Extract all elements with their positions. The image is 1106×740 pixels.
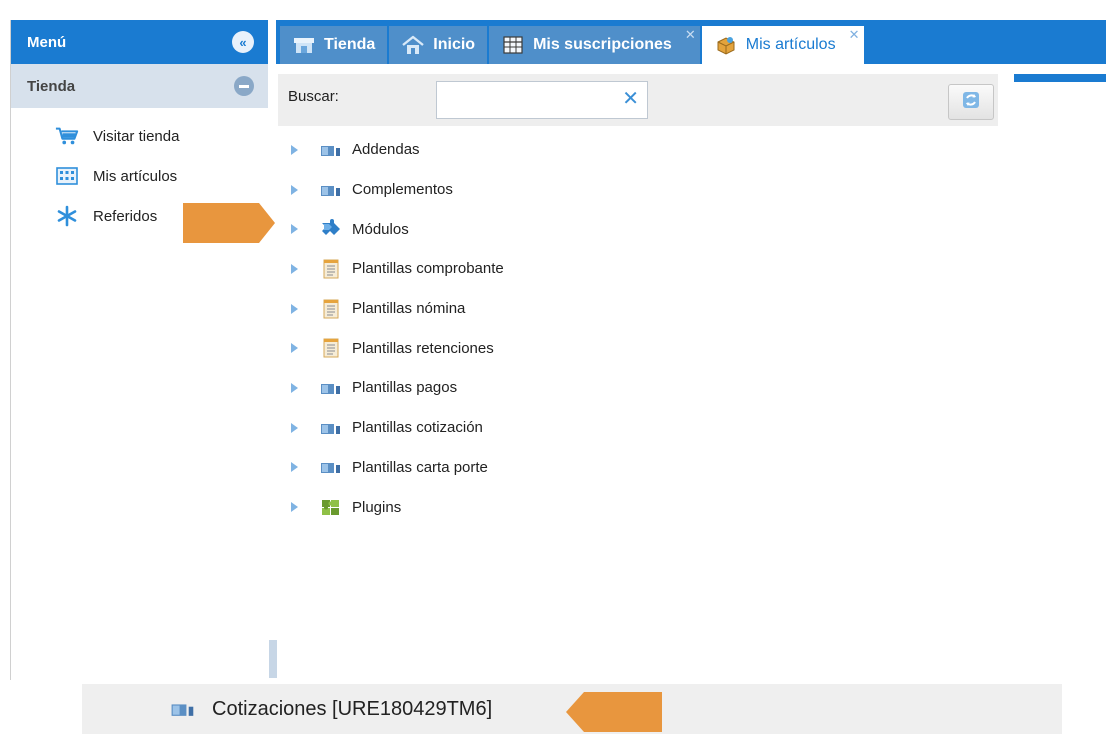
tree-item-plantillas-nomina[interactable]: Plantillas nómina	[288, 289, 988, 329]
tab-mis-suscripciones[interactable]: Mis suscripciones ✕	[489, 26, 700, 64]
folder-blue-icon	[320, 418, 342, 438]
tree-item-complementos[interactable]: Complementos	[288, 170, 988, 210]
expand-arrow-icon[interactable]	[291, 462, 298, 473]
cart-icon	[55, 124, 79, 148]
refresh-icon	[960, 89, 982, 116]
tree-item-label: Plantillas pagos	[352, 379, 458, 397]
expand-arrow-icon[interactable]	[291, 502, 298, 513]
content-accent-bar	[1014, 74, 1106, 82]
sidebar-item-label: Mis artículos	[93, 167, 178, 185]
tree-item-label: Módulos	[352, 220, 409, 238]
expand-arrow-icon[interactable]	[291, 224, 298, 235]
puzzle-green-icon	[320, 497, 342, 517]
clear-x-icon[interactable]: ✕	[622, 89, 639, 109]
search-bar: Buscar: ✕	[278, 74, 998, 126]
search-box: ✕	[436, 81, 648, 119]
close-icon[interactable]: ✕	[849, 28, 860, 41]
tree-item-addendas[interactable]: Addendas	[288, 130, 988, 170]
tree-item-label: Complementos	[352, 181, 453, 199]
document-list-icon	[320, 299, 342, 319]
sidebar-item-visitar-tienda[interactable]: Visitar tienda	[11, 116, 268, 156]
section-header-tienda[interactable]: Tienda	[11, 64, 268, 108]
tab-bar: Tienda Inicio Mis suscripciones ✕ Mis ar…	[276, 20, 1106, 64]
refresh-button[interactable]	[948, 84, 994, 120]
sidebar-resize-handle[interactable]	[269, 640, 277, 680]
folder-blue-icon	[320, 180, 342, 200]
tree-item-plantillas-comprobante[interactable]: Plantillas comprobante	[288, 249, 988, 289]
store-icon	[292, 35, 316, 55]
table-icon	[501, 35, 525, 55]
menu-header: Menú «	[11, 20, 268, 64]
tree-item-plantillas-pagos[interactable]: Plantillas pagos	[288, 368, 988, 408]
expand-arrow-icon[interactable]	[291, 382, 298, 393]
annotation-arrow-right-icon	[183, 203, 275, 243]
minus-circle-icon[interactable]	[234, 76, 254, 96]
tree-item-plugins[interactable]: Plugins	[288, 487, 988, 527]
document-list-icon	[320, 338, 342, 358]
folder-blue-icon	[320, 378, 342, 398]
tree-item-plantillas-retenciones[interactable]: Plantillas retenciones	[288, 328, 988, 368]
grid-icon	[55, 164, 79, 188]
tree-item-label: Plantillas cotización	[352, 419, 483, 437]
home-icon	[401, 35, 425, 55]
sidebar-item-label: Visitar tienda	[93, 127, 180, 145]
expand-arrow-icon[interactable]	[291, 263, 298, 274]
tab-label: Mis suscripciones	[533, 36, 672, 53]
section-title: Tienda	[27, 77, 76, 95]
box-icon	[714, 35, 738, 55]
sidebar: Menú « Tienda Visitar tienda Mis artícul…	[10, 20, 277, 680]
inset-detail: Cotizaciones [URE180429TM6]	[66, 678, 1062, 740]
sidebar-item-label: Referidos	[93, 207, 158, 225]
tab-mis-articulos[interactable]: Mis artículos ✕	[701, 26, 864, 64]
tree-item-label: Plantillas nómina	[352, 300, 466, 318]
tree-item-plantillas-cotizacion[interactable]: Plantillas cotización	[288, 408, 988, 448]
tree-item-label: Addendas	[352, 141, 420, 159]
puzzle-blue-icon	[320, 219, 342, 239]
expand-arrow-icon[interactable]	[291, 343, 298, 354]
folder-blue-icon	[170, 698, 196, 720]
folder-blue-icon	[320, 140, 342, 160]
tree-item-label: Plantillas carta porte	[352, 458, 488, 476]
menu-title: Menú	[27, 33, 67, 51]
tab-tienda[interactable]: Tienda	[280, 26, 388, 64]
inset-label: Cotizaciones [URE180429TM6]	[212, 697, 493, 720]
tree-item-label: Plantillas retenciones	[352, 339, 494, 357]
document-list-icon	[320, 259, 342, 279]
close-icon[interactable]: ✕	[685, 28, 696, 41]
tree-item-plantillas-carta-porte[interactable]: Plantillas carta porte	[288, 448, 988, 488]
expand-arrow-icon[interactable]	[291, 184, 298, 195]
tree-item-modulos[interactable]: Módulos	[288, 209, 988, 249]
tab-label: Inicio	[433, 36, 476, 53]
tree-item-label: Plantillas comprobante	[352, 260, 504, 278]
tab-label: Mis artículos	[745, 36, 836, 53]
folder-blue-icon	[320, 457, 342, 477]
articles-tree: Addendas Complementos Módulos Plantillas…	[288, 130, 988, 527]
annotation-arrow-left-icon	[566, 692, 662, 732]
double-chevron-left-icon[interactable]: «	[232, 31, 254, 53]
sidebar-item-mis-articulos[interactable]: Mis artículos	[11, 156, 268, 196]
asterisk-icon	[55, 204, 79, 228]
expand-arrow-icon[interactable]	[291, 303, 298, 314]
expand-arrow-icon[interactable]	[291, 144, 298, 155]
expand-arrow-icon[interactable]	[291, 422, 298, 433]
tab-inicio[interactable]: Inicio	[389, 26, 488, 64]
search-input[interactable]	[443, 88, 613, 112]
tab-label: Tienda	[324, 36, 376, 53]
search-label: Buscar:	[288, 88, 339, 105]
tree-item-label: Plugins	[352, 498, 402, 516]
